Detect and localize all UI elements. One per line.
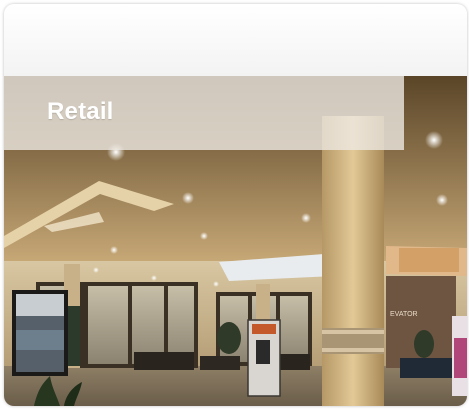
retail-tile[interactable]: EVATOR Retail [4,4,467,406]
elevator-sign: EVATOR [390,311,418,318]
tile-top-strip [4,4,467,76]
tile-label: Retail [47,98,114,125]
